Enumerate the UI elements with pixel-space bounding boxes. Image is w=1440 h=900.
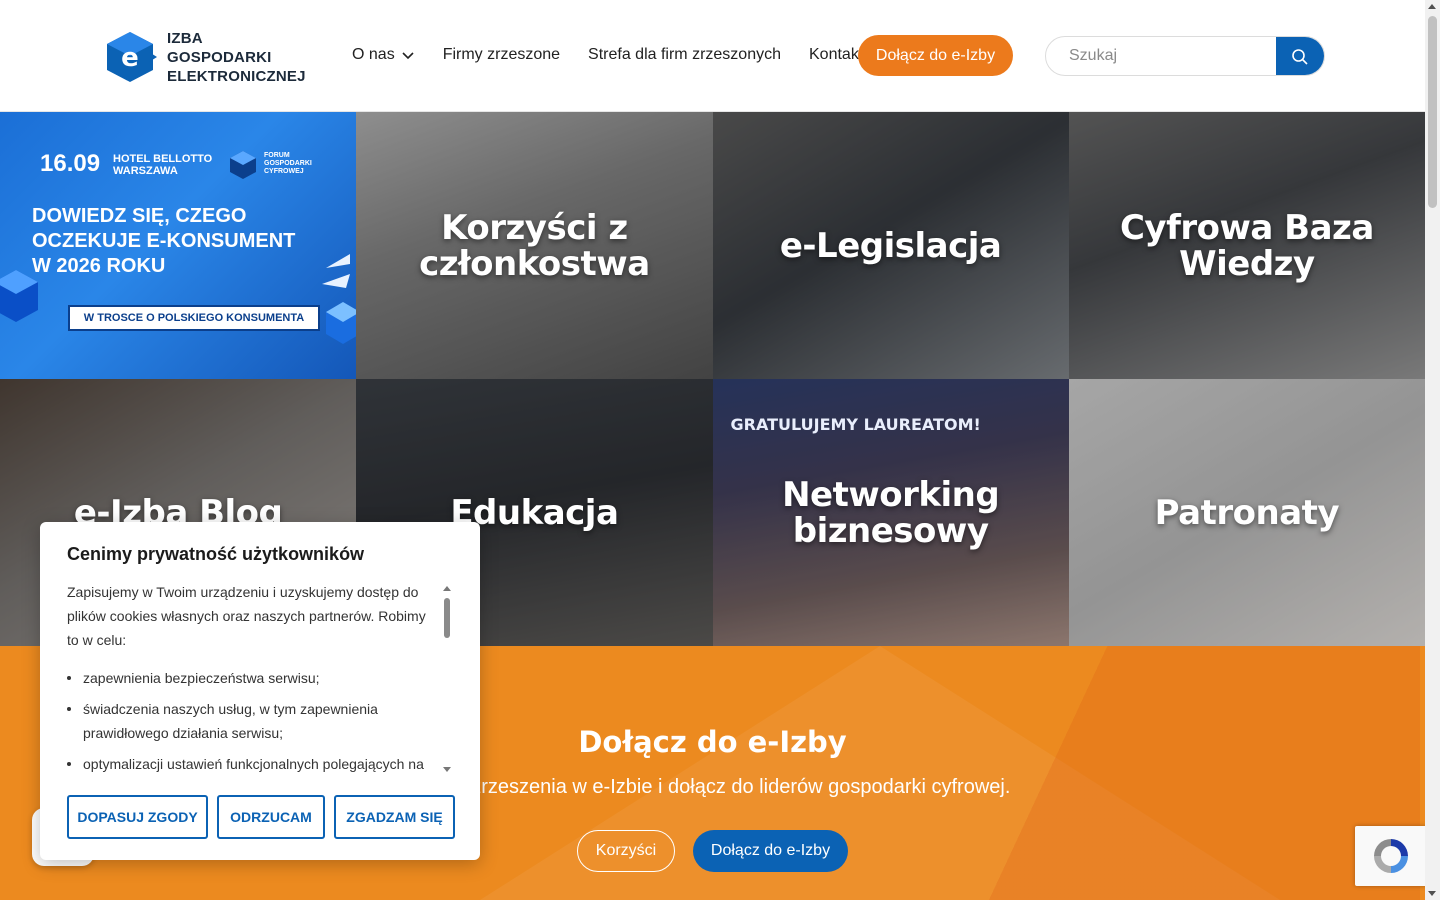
promo-banner: 16.09 HOTEL BELLOTTO WARSZAWA FORUM GOSP… (0, 112, 357, 379)
nav-label-o-nas: O nas (352, 46, 395, 63)
chevron-down-icon (402, 52, 414, 60)
page-scrollbar[interactable] (1425, 0, 1440, 900)
svg-text:e: e (121, 43, 139, 73)
logo-line-3: ELEKTRONICZNEJ (167, 67, 306, 85)
search-icon (1292, 49, 1308, 65)
benefits-button[interactable]: Korzyści (577, 830, 675, 872)
cube-decoration-icon (326, 302, 357, 344)
tile-label: Korzyści z członkostwa (419, 207, 650, 284)
scroll-down-arrow-icon[interactable] (443, 767, 451, 772)
tile-label: Cyfrowa Baza Wiedzy (1119, 207, 1374, 284)
promo-forum: FORUM GOSPODARKI CYFROWEJ (264, 152, 312, 175)
list-item: zapewnienia bezpieczeństwa serwisu; (67, 666, 441, 690)
cube-decoration-icon (0, 270, 38, 322)
cta-join-button[interactable]: Dołącz do e-Izby (693, 830, 848, 872)
scroll-up-arrow-icon[interactable] (1428, 4, 1436, 9)
site-header: e IZBA GOSPODARKI ELEKTRONICZNEJ O nas F… (0, 0, 1425, 112)
arrow-decoration-icon (322, 254, 350, 288)
nav-item-kontakt[interactable]: Kontakt (809, 46, 863, 64)
promo-tag: W TROSCE O POLSKIEGO KONSUMENTA (68, 305, 320, 331)
nav-item-firmy-zrzeszone[interactable]: Firmy zrzeszone (443, 46, 560, 64)
scrollbar-thumb[interactable] (444, 598, 450, 638)
tile-networking[interactable]: GRATULUJEMY LAUREATOM! Networking biznes… (712, 379, 1069, 646)
tile-label: Patronaty (1154, 492, 1340, 533)
scroll-down-arrow-icon[interactable] (1428, 891, 1436, 896)
promo-hotel: HOTEL BELLOTTO WARSZAWA (113, 153, 213, 177)
cookie-scrollbar[interactable] (442, 584, 452, 774)
list-item: świadczenia naszych usług, w tym zapewni… (67, 697, 441, 745)
tile-label: e-Legislacja (779, 225, 1002, 266)
tile-e-legislacja[interactable]: e-Legislacja (712, 112, 1069, 379)
tile-label: Networking biznesowy (782, 474, 1000, 551)
cookie-consent-dialog: Cenimy prywatność użytkowników Zapisujem… (40, 522, 480, 860)
cookie-title: Cenimy prywatność użytkowników (67, 544, 365, 564)
logo-line-2: GOSPODARKI (167, 48, 272, 66)
cookie-body: Zapisujemy w Twoim urządzeniu i uzyskuje… (67, 580, 441, 780)
tile-promo-banner[interactable]: 16.09 HOTEL BELLOTTO WARSZAWA FORUM GOSP… (0, 112, 357, 379)
scrollbar-thumb[interactable] (1428, 16, 1437, 208)
logo-icon: e (103, 30, 157, 84)
promo-headline-3: W 2026 ROKU (32, 255, 166, 277)
search-button[interactable] (1276, 37, 1324, 75)
scroll-up-arrow-icon[interactable] (443, 586, 451, 591)
cookie-intro: Zapisujemy w Twoim urządzeniu i uzyskuje… (67, 584, 426, 648)
search-bar (1045, 36, 1325, 76)
tile-patronaty[interactable]: Patronaty (1068, 379, 1425, 646)
tile-korzysci[interactable]: Korzyści z członkostwa (356, 112, 713, 379)
forum-logo-icon (230, 151, 256, 179)
cookie-purpose-list: zapewnienia bezpieczeństwa serwisu; świa… (67, 666, 441, 776)
logo-line-1: IZBA (167, 29, 203, 47)
nav-item-o-nas[interactable]: O nas (352, 46, 415, 64)
site-logo[interactable]: e IZBA GOSPODARKI ELEKTRONICZNEJ (103, 28, 306, 86)
list-item: optymalizacji ustawień funkcjonalnych po… (67, 752, 441, 776)
logo-text: IZBA GOSPODARKI ELEKTRONICZNEJ (167, 29, 306, 86)
promo-date: 16.09 (40, 150, 101, 177)
networking-banner-text: GRATULUJEMY LAUREATOM! (730, 415, 981, 434)
reject-button[interactable]: ODRZUCAM (217, 795, 325, 839)
cookie-actions: DOPASUJ ZGODY ODRZUCAM ZGADZAM SIĘ (67, 795, 455, 839)
recaptcha-badge[interactable] (1355, 826, 1427, 886)
accept-button[interactable]: ZGADZAM SIĘ (334, 795, 455, 839)
customize-consent-button[interactable]: DOPASUJ ZGODY (67, 795, 208, 839)
nav-item-strefa[interactable]: Strefa dla firm zrzeszonych (588, 46, 781, 64)
promo-headline-1: DOWIEDZ SIĘ, CZEGO (32, 205, 247, 227)
search-input[interactable] (1046, 37, 1276, 75)
recaptcha-icon (1374, 839, 1408, 873)
promo-headline: DOWIEDZ SIĘ, CZEGO OCZEKUJE E-KONSUMENT … (32, 204, 332, 279)
join-button[interactable]: Dołącz do e-Izby (858, 35, 1013, 76)
promo-headline-2: OCZEKUJE E-KONSUMENT (32, 230, 296, 252)
cta-decoration (820, 646, 1420, 900)
tile-cyfrowa-baza-wiedzy[interactable]: Cyfrowa Baza Wiedzy (1068, 112, 1425, 379)
main-nav: O nas Firmy zrzeszone Strefa dla firm zr… (352, 35, 891, 75)
